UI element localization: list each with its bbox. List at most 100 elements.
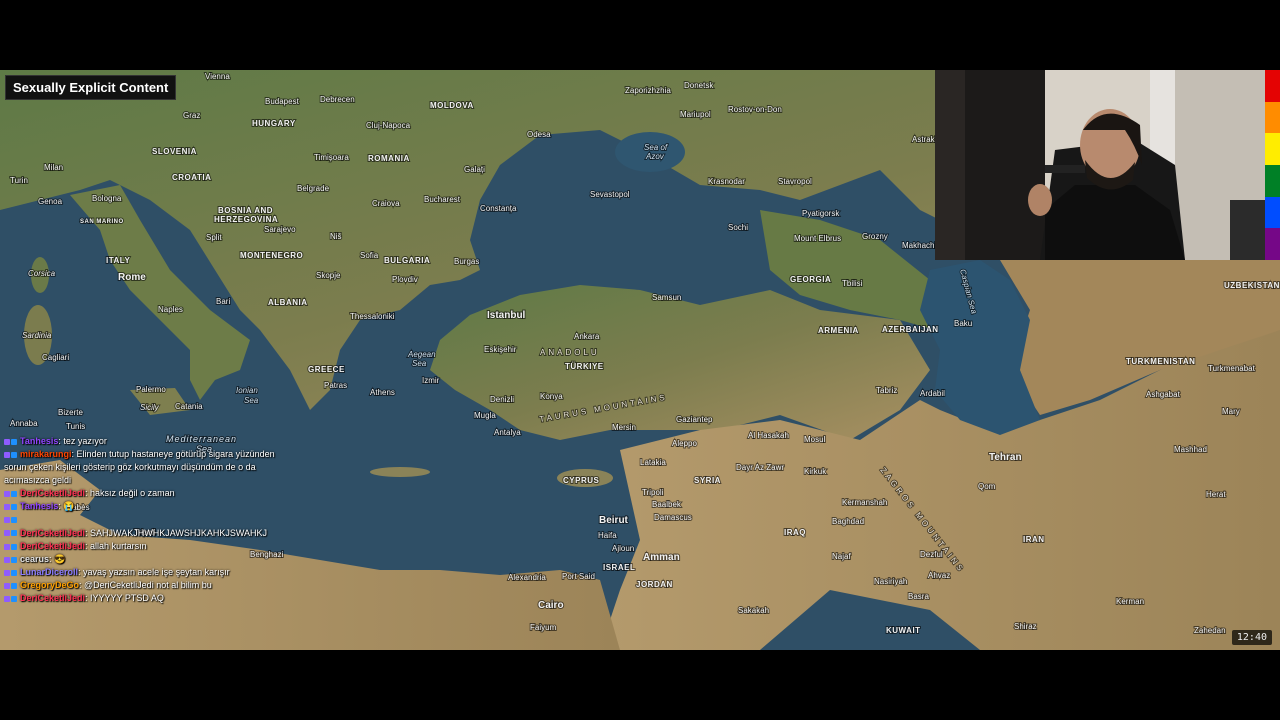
map-label: Alexandria bbox=[508, 573, 546, 582]
map-label: Tehran bbox=[989, 452, 1022, 463]
map-label: Mosul bbox=[804, 435, 826, 444]
map-label: Port Said bbox=[562, 572, 595, 581]
map-label: Mashhad bbox=[1174, 445, 1207, 454]
chat-overlay: Tanhesis: tez yazıyor mirakarungi: Elinde… bbox=[4, 435, 294, 605]
map-label: BULGARIA bbox=[384, 256, 430, 265]
chat-message: Tanhesis: 😭 bbox=[4, 500, 294, 513]
chat-badge-icon bbox=[4, 514, 18, 527]
map-label: Krasnodar bbox=[708, 177, 745, 186]
map-label: Najaf bbox=[832, 552, 851, 561]
map-label: Kirkuk bbox=[804, 467, 827, 476]
map-label: Niš bbox=[330, 232, 342, 241]
map-label: Corsica bbox=[28, 269, 56, 278]
chat-username[interactable]: LunarDiceroll bbox=[20, 567, 78, 577]
map-label: Pyatigorsk bbox=[802, 209, 840, 218]
map-label: Sochi bbox=[728, 223, 748, 232]
rainbow-stripe bbox=[1265, 101, 1280, 134]
map-label: Constanța bbox=[480, 204, 517, 213]
rainbow-stripe bbox=[1265, 196, 1280, 229]
map-label: Baghdad bbox=[832, 517, 864, 526]
map-label: Rome bbox=[118, 272, 146, 283]
chat-message: DeriCeketliJedi: SAHJWAKJHWHKJAWSHJKAHKJ… bbox=[4, 527, 294, 540]
map-label: Plovdiv bbox=[392, 275, 418, 284]
map-label: Mersin bbox=[612, 423, 636, 432]
map-label: Rostov-on-Don bbox=[728, 105, 782, 114]
map-label: Mount Elbrus bbox=[794, 234, 841, 243]
chat-badge-icon bbox=[4, 501, 18, 514]
map-label: ROMANIA bbox=[368, 154, 410, 163]
map-label: Sardinia bbox=[22, 331, 52, 340]
chat-username[interactable]: mirakarungi bbox=[20, 449, 72, 459]
chat-message: LunarDiceroll: yavaş yazsın acele işe şe… bbox=[4, 566, 294, 579]
map-label: Bizerte bbox=[58, 408, 83, 417]
map-label: Galați bbox=[464, 165, 485, 174]
map-label: Dayr Az Zawr bbox=[736, 463, 784, 472]
map-label: Genoa bbox=[38, 197, 63, 206]
chat-username[interactable]: DeriCeketliJedi bbox=[20, 593, 85, 603]
content-warning-badge: Sexually Explicit Content bbox=[5, 75, 177, 100]
map-label: Bari bbox=[216, 297, 230, 306]
map-label: Cagliari bbox=[42, 353, 69, 362]
chat-badge-icon bbox=[4, 487, 18, 500]
map-label: Samsun bbox=[652, 293, 681, 302]
map-label: Aleppo bbox=[672, 439, 697, 448]
map-label: Herat bbox=[1206, 490, 1226, 499]
map-label: Skopje bbox=[316, 271, 341, 280]
chat-username[interactable]: Tanhesis bbox=[20, 436, 58, 446]
map-label: Sakakah bbox=[738, 606, 769, 615]
chat-message: DeriCeketliJedi: allah kurtarsın bbox=[4, 540, 294, 553]
map-label: Ahvaz bbox=[928, 571, 950, 580]
map-label: Athens bbox=[370, 388, 395, 397]
map-label: Dezful bbox=[920, 550, 943, 559]
map-label: Tunis bbox=[66, 422, 85, 431]
map-label: TÜRKIYE bbox=[565, 362, 604, 371]
map-label: MONTENEGRO bbox=[240, 251, 303, 260]
map-label: ITALY bbox=[106, 256, 130, 265]
map-label: Graz bbox=[183, 111, 200, 120]
map-label: GEORGIA bbox=[790, 275, 831, 284]
map-label: Sea bbox=[244, 396, 259, 405]
map-label: Shiraz bbox=[1014, 622, 1037, 631]
map-label: Sevastopol bbox=[590, 190, 630, 199]
map-label: Istanbul bbox=[487, 310, 526, 321]
map-label: Qom bbox=[978, 482, 996, 491]
chat-text: 😭 bbox=[63, 501, 75, 512]
map-label: CROATIA bbox=[172, 173, 211, 182]
map-label: Azov bbox=[645, 152, 665, 161]
chat-username[interactable]: DeriCeketliJedi bbox=[20, 488, 85, 498]
map-label: Patras bbox=[324, 381, 347, 390]
chat-username[interactable]: Tanhesis bbox=[20, 501, 58, 511]
chat-username[interactable]: cearus bbox=[20, 554, 49, 564]
map-label: KUWAIT bbox=[886, 626, 921, 635]
map-label: Ankara bbox=[574, 332, 600, 341]
chat-badge-icon bbox=[4, 540, 18, 553]
chat-badge-icon bbox=[4, 553, 18, 566]
map-label: Konya bbox=[540, 392, 563, 401]
map-label: Donetsk bbox=[684, 81, 714, 90]
map-label: Mary bbox=[1222, 407, 1240, 416]
map-label: Al Hasakah bbox=[748, 431, 789, 440]
map-label: Cairo bbox=[538, 600, 564, 611]
chat-username[interactable]: DeriCeketliJedi bbox=[20, 528, 85, 538]
rainbow-color-bar bbox=[1265, 70, 1280, 260]
rainbow-stripe bbox=[1265, 164, 1280, 197]
map-label: Bologna bbox=[92, 194, 122, 203]
chat-username[interactable]: GregoryDeGo bbox=[20, 580, 79, 590]
map-label: Gaziantep bbox=[676, 415, 713, 424]
map-label: ALBANIA bbox=[268, 298, 308, 307]
map-label: Belgrade bbox=[297, 184, 330, 193]
map-label: Aegean bbox=[407, 350, 436, 359]
map-label: Faiyum bbox=[530, 623, 557, 632]
map-label: Haifa bbox=[598, 531, 617, 540]
map-label: Tbilisi bbox=[842, 279, 863, 288]
map-label: Sea bbox=[412, 359, 427, 368]
crete-island bbox=[370, 467, 430, 477]
chat-message: mirakarungi: Elinden tutup hastaneye göt… bbox=[4, 448, 294, 487]
chat-username[interactable]: DeriCeketliJedi bbox=[20, 541, 85, 551]
map-label: Baalbek bbox=[652, 500, 682, 509]
chat-badge-icon bbox=[4, 448, 18, 461]
map-label: CYPRUS bbox=[563, 476, 600, 485]
map-label: Turkmenabat bbox=[1208, 364, 1256, 373]
map-label: Cluj-Napoca bbox=[366, 121, 411, 130]
chat-message bbox=[4, 514, 294, 527]
